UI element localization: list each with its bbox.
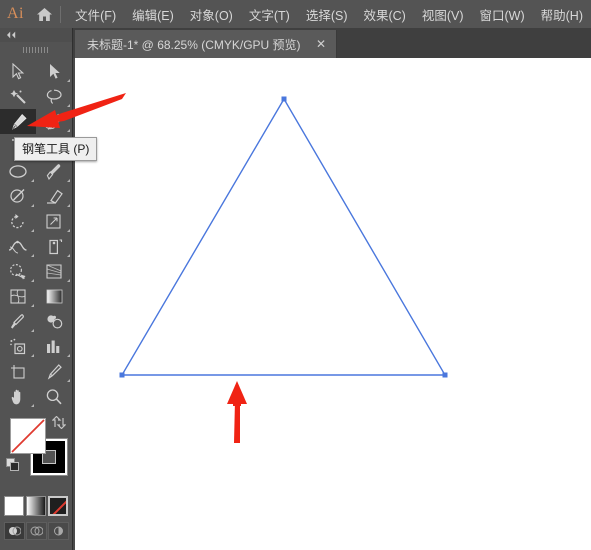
draw-inside-mode[interactable] (47, 522, 69, 540)
menu-item-object[interactable]: 对象(O) (182, 1, 241, 28)
color-swatch[interactable] (4, 496, 24, 516)
column-graph-tool[interactable] (36, 334, 72, 359)
menu-bar: Ai 文件(F) 编辑(E) 对象(O) 文字(T) 选择(S) 效果(C) 视… (0, 0, 591, 28)
document-tab[interactable]: 未标题-1* @ 68.25% (CMYK/GPU 预览) ✕ (75, 30, 337, 58)
tool-flyout-indicator (31, 204, 34, 207)
grip-dots-icon (23, 46, 49, 53)
mesh-tool[interactable] (0, 284, 36, 309)
tools-panel (0, 28, 73, 550)
symbol-sprayer-tool[interactable] (0, 334, 36, 359)
paintbrush-tool[interactable] (36, 159, 72, 184)
tool-flyout-indicator (31, 254, 34, 257)
pen-tool[interactable] (0, 109, 36, 134)
lasso-tool[interactable] (36, 84, 72, 109)
gradient-swatch[interactable] (26, 496, 46, 516)
selection-tool[interactable] (0, 59, 36, 84)
triangle-outline[interactable] (120, 97, 447, 376)
free-transform-tool[interactable] (36, 234, 72, 259)
tool-flyout-indicator (31, 404, 34, 407)
tool-flyout-indicator (67, 204, 70, 207)
shape-builder-tool[interactable] (0, 259, 36, 284)
ai-logo: Ai (6, 5, 24, 22)
tool-flyout-indicator (67, 379, 70, 382)
menu-item-select[interactable]: 选择(S) (298, 1, 356, 28)
anchor-point-bottom-right[interactable] (442, 372, 448, 378)
fill-color-swatch[interactable] (10, 418, 46, 454)
illustrator-window: Ai 文件(F) 编辑(E) 对象(O) 文字(T) 选择(S) 效果(C) 视… (0, 0, 591, 550)
tool-flyout-indicator (31, 354, 34, 357)
home-icon[interactable] (31, 7, 58, 22)
perspective-grid-tool[interactable] (36, 259, 72, 284)
tool-flyout-indicator (67, 129, 70, 132)
triangle-path[interactable] (75, 58, 591, 550)
default-fill-stroke-icon[interactable] (6, 458, 20, 477)
document-tab-label: 未标题-1* @ 68.25% (CMYK/GPU 预览) (87, 37, 301, 52)
tool-tooltip: 钢笔工具 (P) (14, 137, 98, 161)
drawing-mode-row (0, 522, 72, 540)
menu-item-list: 文件(F) 编辑(E) 对象(O) 文字(T) 选择(S) 效果(C) 视图(V… (67, 1, 591, 28)
tool-flyout-indicator (31, 179, 34, 182)
tool-flyout-indicator (31, 304, 34, 307)
rotate-tool[interactable] (0, 209, 36, 234)
document-tab-bar: 未标题-1* @ 68.25% (CMYK/GPU 预览) ✕ (73, 28, 591, 58)
menu-item-effect[interactable]: 效果(C) (355, 1, 413, 28)
tool-flyout-indicator (67, 354, 70, 357)
direct-selection-tool[interactable] (36, 59, 72, 84)
menu-divider (60, 5, 62, 23)
ellipse-tool[interactable] (0, 159, 36, 184)
collapse-panel-button[interactable] (0, 28, 72, 42)
eyedropper-tool[interactable] (0, 309, 36, 334)
anchor-point-bottom-left[interactable] (119, 372, 125, 378)
tool-grid (0, 57, 72, 409)
scale-tool[interactable] (36, 209, 72, 234)
width-tool[interactable] (0, 234, 36, 259)
tool-flyout-indicator (31, 279, 34, 282)
shaper-tool[interactable] (0, 184, 36, 209)
menu-item-window[interactable]: 窗口(W) (472, 1, 533, 28)
paint-type-row (0, 493, 72, 516)
fill-stroke-controls (0, 414, 72, 489)
menu-item-type[interactable]: 文字(T) (241, 1, 298, 28)
tool-flyout-indicator (67, 179, 70, 182)
menu-item-file[interactable]: 文件(F) (67, 1, 124, 28)
slice-tool[interactable] (36, 359, 72, 384)
blend-tool[interactable] (36, 309, 72, 334)
tool-flyout-indicator (67, 104, 70, 107)
zoom-tool[interactable] (36, 384, 72, 409)
tool-flyout-indicator (67, 229, 70, 232)
menu-item-view[interactable]: 视图(V) (414, 1, 472, 28)
panel-drag-handle[interactable] (0, 42, 72, 57)
swap-fill-stroke-icon[interactable] (51, 415, 67, 434)
tool-flyout-indicator (31, 229, 34, 232)
tool-flyout-indicator (31, 329, 34, 332)
close-icon[interactable]: ✕ (315, 38, 328, 51)
artboard-tool[interactable] (0, 359, 36, 384)
tool-flyout-indicator (67, 254, 70, 257)
tool-flyout-indicator (67, 79, 70, 82)
artboard-canvas[interactable] (75, 58, 591, 550)
magic-wand-tool[interactable] (0, 84, 36, 109)
anchor-point-apex[interactable] (281, 96, 287, 102)
tool-flyout-indicator (67, 279, 70, 282)
curvature-tool[interactable] (36, 109, 72, 134)
hand-tool[interactable] (0, 384, 36, 409)
menu-item-help[interactable]: 帮助(H) (533, 1, 591, 28)
none-swatch[interactable] (48, 496, 68, 516)
gradient-tool[interactable] (36, 284, 72, 309)
eraser-tool[interactable] (36, 184, 72, 209)
draw-normal-mode[interactable] (3, 522, 25, 540)
draw-behind-mode[interactable] (25, 522, 47, 540)
menu-item-edit[interactable]: 编辑(E) (124, 1, 182, 28)
